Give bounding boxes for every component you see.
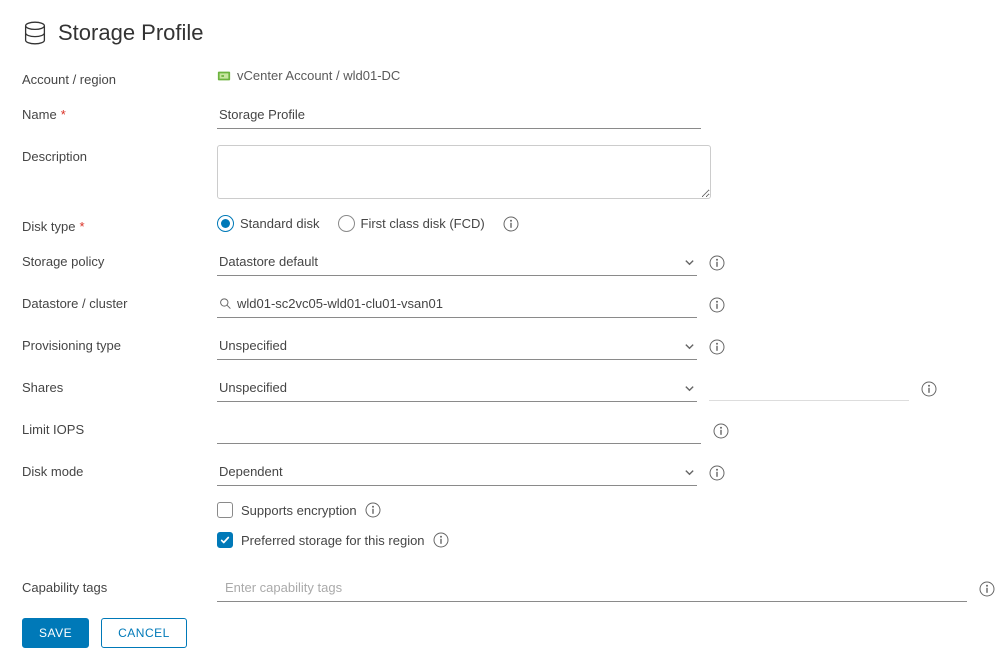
- info-icon[interactable]: [709, 297, 725, 313]
- info-icon[interactable]: [503, 216, 519, 232]
- info-icon[interactable]: [433, 532, 449, 548]
- label-provisioning-type: Provisioning type: [22, 334, 217, 353]
- radio-first-class-disk-label: First class disk (FCD): [361, 216, 485, 231]
- radio-standard-disk-label: Standard disk: [240, 216, 320, 231]
- radio-first-class-disk[interactable]: [338, 215, 355, 232]
- supports-encryption-label: Supports encryption: [241, 503, 357, 518]
- row-name: Name*: [22, 103, 985, 129]
- row-checkboxes: Supports encryption Preferred storage fo…: [22, 502, 985, 562]
- storage-icon: [22, 20, 48, 46]
- page-header: Storage Profile: [22, 20, 985, 46]
- preferred-storage-label: Preferred storage for this region: [241, 533, 425, 548]
- storage-policy-select[interactable]: Datastore default: [217, 250, 697, 276]
- required-indicator: *: [79, 219, 84, 234]
- provisioning-type-select[interactable]: Unspecified: [217, 334, 697, 360]
- label-name: Name*: [22, 103, 217, 122]
- row-limit-iops: Limit IOPS: [22, 418, 985, 444]
- account-region-value: vCenter Account / wld01-DC: [217, 68, 400, 83]
- search-icon: [219, 297, 232, 310]
- description-input[interactable]: [217, 145, 711, 199]
- label-description: Description: [22, 145, 217, 164]
- info-icon[interactable]: [713, 423, 729, 439]
- label-limit-iops: Limit IOPS: [22, 418, 217, 437]
- info-icon[interactable]: [709, 339, 725, 355]
- name-input[interactable]: [217, 103, 701, 129]
- row-description: Description: [22, 145, 985, 199]
- info-icon[interactable]: [365, 502, 381, 518]
- info-icon[interactable]: [709, 465, 725, 481]
- row-disk-mode: Disk mode Dependent: [22, 460, 985, 486]
- label-disk-mode: Disk mode: [22, 460, 217, 479]
- shares-extra-input[interactable]: [709, 378, 909, 401]
- vcenter-icon: [217, 69, 231, 83]
- row-capability-tags: Capability tags: [22, 576, 985, 602]
- account-region-text: vCenter Account / wld01-DC: [237, 68, 400, 83]
- disk-mode-select[interactable]: Dependent: [217, 460, 697, 486]
- shares-select[interactable]: Unspecified: [217, 376, 697, 402]
- datastore-input[interactable]: [217, 292, 697, 318]
- label-capability-tags: Capability tags: [22, 576, 217, 595]
- label-account-region: Account / region: [22, 68, 217, 87]
- row-provisioning-type: Provisioning type Unspecified: [22, 334, 985, 360]
- preferred-storage-checkbox[interactable]: [217, 532, 233, 548]
- page-title: Storage Profile: [58, 20, 204, 46]
- label-disk-type: Disk type*: [22, 215, 217, 234]
- radio-standard-disk[interactable]: [217, 215, 234, 232]
- limit-iops-input[interactable]: [217, 418, 701, 444]
- info-icon[interactable]: [921, 381, 937, 397]
- row-datastore: Datastore / cluster: [22, 292, 985, 318]
- label-datastore: Datastore / cluster: [22, 292, 217, 311]
- info-icon[interactable]: [709, 255, 725, 271]
- label-storage-policy: Storage policy: [22, 250, 217, 269]
- label-shares: Shares: [22, 376, 217, 395]
- capability-tags-input[interactable]: [217, 576, 967, 602]
- cancel-button[interactable]: Cancel: [101, 618, 187, 648]
- row-account-region: Account / region vCenter Account / wld01…: [22, 68, 985, 87]
- required-indicator: *: [61, 107, 66, 122]
- row-disk-type: Disk type* Standard disk First class dis…: [22, 215, 985, 234]
- supports-encryption-checkbox[interactable]: [217, 502, 233, 518]
- info-icon[interactable]: [979, 581, 995, 597]
- save-button[interactable]: Save: [22, 618, 89, 648]
- button-row: Save Cancel: [22, 618, 985, 648]
- row-storage-policy: Storage policy Datastore default: [22, 250, 985, 276]
- row-shares: Shares Unspecified: [22, 376, 985, 402]
